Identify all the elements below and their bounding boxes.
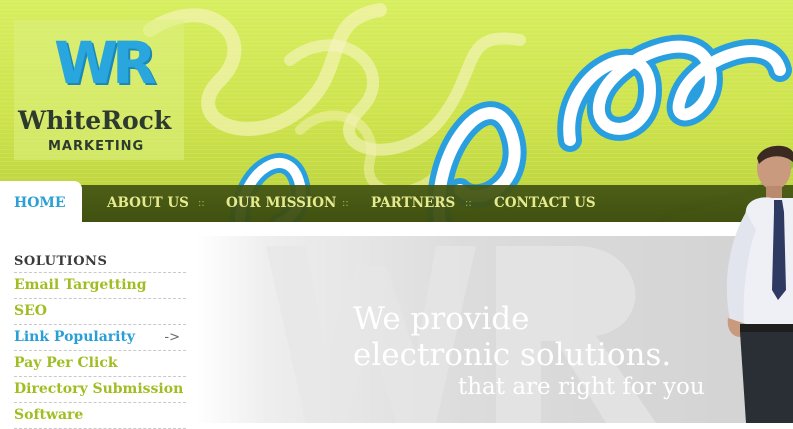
sidebar-item-email-targetting[interactable]: Email Targetting <box>14 273 186 299</box>
sidebar-item-pay-per-click[interactable]: Pay Per Click <box>14 351 186 377</box>
sidebar-item-label: Software <box>14 407 84 423</box>
banner-headline-line1: We provide <box>353 301 530 337</box>
solutions-sidebar: SOLUTIONS Email Targetting SEO Link Popu… <box>14 252 186 429</box>
sidebar-item-link-popularity[interactable]: Link Popularity -> <box>14 325 186 351</box>
nav-about-us[interactable]: ABOUT US <box>107 185 189 222</box>
banner-tagline: that are right for you <box>458 374 705 400</box>
nav-home[interactable]: HOME <box>0 181 82 222</box>
nav-partners[interactable]: PARTNERS <box>371 185 455 222</box>
hero-banner: We provide electronic solutions. that ar… <box>196 236 793 423</box>
logo-name: WhiteRock <box>18 106 172 135</box>
sidebar-item-label: Link Popularity <box>14 329 136 345</box>
logo-mark: WR <box>54 29 157 97</box>
sidebar-item-directory-submission[interactable]: Directory Submission <box>14 377 186 403</box>
businessman-photo <box>726 145 793 423</box>
nav-separator: :: <box>198 198 205 209</box>
sidebar-item-label: Pay Per Click <box>14 355 118 371</box>
banner-headline-line2: electronic solutions. <box>353 337 672 373</box>
sidebar-item-label: Email Targetting <box>14 277 147 293</box>
sidebar-item-software[interactable]: Software <box>14 403 186 429</box>
nav-separator: :: <box>342 198 349 209</box>
sidebar-heading: SOLUTIONS <box>14 252 186 273</box>
sidebar-item-label: SEO <box>14 303 47 319</box>
sidebar-item-label: Directory Submission <box>14 381 184 397</box>
nav-our-mission[interactable]: OUR MISSION <box>226 185 336 222</box>
sidebar-item-seo[interactable]: SEO <box>14 299 186 325</box>
arrow-right-icon: -> <box>164 330 180 345</box>
logo-subtitle: MARKETING <box>48 139 145 154</box>
logo[interactable]: WR WhiteRock MARKETING <box>14 20 184 160</box>
main-nav: HOME ABOUT US :: OUR MISSION :: PARTNERS… <box>0 181 793 222</box>
site-header: WR WhiteRock MARKETING HOME ABOUT US :: … <box>0 0 793 222</box>
solutions-list: Email Targetting SEO Link Popularity -> … <box>14 273 186 429</box>
nav-contact-us[interactable]: CONTACT US <box>494 185 596 222</box>
nav-separator: :: <box>465 198 472 209</box>
